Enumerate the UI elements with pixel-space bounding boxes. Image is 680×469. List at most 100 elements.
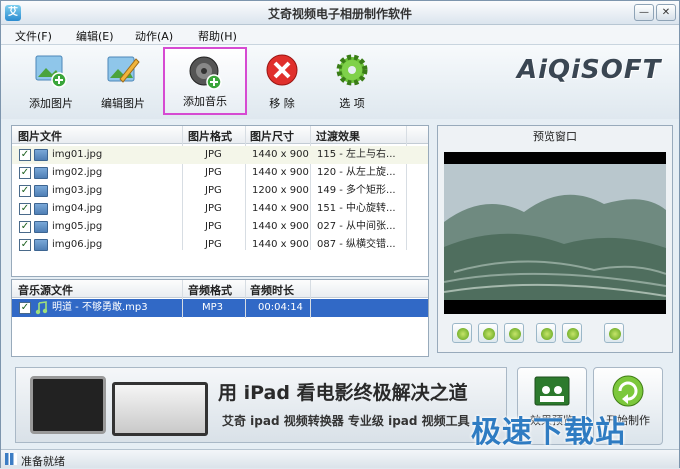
- cell-format: JPG: [205, 185, 222, 196]
- col-audio-format[interactable]: 音频格式: [188, 282, 232, 298]
- col-image-size[interactable]: 图片尺寸: [250, 128, 294, 144]
- gear-icon: [336, 54, 368, 86]
- cell-size: 1440 x 900: [252, 149, 309, 160]
- remove-button[interactable]: 移 除: [257, 47, 307, 115]
- watermark: 极速下载站: [471, 415, 626, 450]
- col-image-format[interactable]: 图片格式: [188, 128, 232, 144]
- start-icon: [612, 375, 644, 407]
- col-transition[interactable]: 过渡效果: [316, 128, 360, 144]
- row-checkbox[interactable]: ✓: [19, 221, 31, 233]
- refresh-icon: [509, 328, 521, 340]
- options-label: 选 项: [339, 97, 365, 110]
- image-file-icon: [34, 149, 48, 161]
- flip-vertical-button[interactable]: [562, 323, 582, 343]
- col-music-file[interactable]: 音乐源文件: [18, 282, 73, 298]
- col-divider: [182, 280, 183, 318]
- row-checkbox[interactable]: ✓: [19, 239, 31, 251]
- music-note-icon: [35, 301, 48, 315]
- menu-bar: 文件(F) 编辑(E) 动作(A) 帮助(H): [1, 25, 679, 45]
- brand-logo: AiQiSOFT: [517, 55, 662, 85]
- menu-help[interactable]: 帮助(H): [198, 28, 237, 44]
- row-checkbox[interactable]: ✓: [19, 149, 31, 161]
- row-checkbox[interactable]: ✓: [19, 167, 31, 179]
- edit-image-button[interactable]: 编辑图片: [95, 47, 151, 115]
- table-row[interactable]: ✓ img01.jpg JPG 1440 x 900 115 - 左上与右...: [12, 146, 428, 164]
- edit-image-icon: [107, 56, 140, 83]
- row-checkbox[interactable]: ✓: [19, 185, 31, 197]
- col-divider: [310, 280, 311, 318]
- add-music-label: 添加音乐: [183, 95, 227, 108]
- add-music-button[interactable]: 添加音乐: [163, 47, 247, 115]
- status-icon: [5, 453, 17, 465]
- rotate-right-icon: [457, 328, 469, 340]
- music-list[interactable]: 音乐源文件 音频格式 音频时长 ✓ 明道 - 不够勇敢.mp3 MP3 00:0…: [11, 279, 429, 357]
- slideshow-icon: [534, 376, 570, 406]
- image-file-icon: [34, 203, 48, 215]
- ipad-image: [112, 382, 208, 436]
- window-title: 艾奇视频电子相册制作软件: [267, 7, 412, 21]
- cell-effect: 027 - 从中间张...: [317, 221, 396, 232]
- table-row[interactable]: ✓ img06.jpg JPG 1440 x 900 087 - 纵横交错...: [12, 236, 428, 254]
- menu-edit[interactable]: 编辑(E): [76, 28, 114, 44]
- table-row[interactable]: ✓ 明道 - 不够勇敢.mp3 MP3 00:04:14: [12, 299, 428, 317]
- preview-title: 预览窗口: [533, 130, 577, 143]
- remove-label: 移 除: [269, 97, 295, 110]
- app-window: 艾 艾奇视频电子相册制作软件 — ✕ 文件(F) 编辑(E) 动作(A) 帮助(…: [0, 0, 680, 468]
- cell-file: img06.jpg: [52, 239, 103, 250]
- cell-file: img02.jpg: [52, 167, 103, 178]
- banner-headline: 用 iPad 看电影终极解决之道: [218, 382, 468, 404]
- image-list[interactable]: 图片文件 图片格式 图片尺寸 过渡效果 ✓ img01.jpg JPG 1440…: [11, 125, 429, 277]
- ipad-image: [30, 376, 106, 434]
- rotate-left-button[interactable]: [478, 323, 498, 343]
- add-image-label: 添加图片: [29, 97, 73, 110]
- edit-image-label: 编辑图片: [101, 97, 145, 110]
- preview-panel: 预览窗口: [437, 125, 673, 353]
- music-list-header: 音乐源文件 音频格式 音频时长: [12, 280, 428, 298]
- options-button[interactable]: 选 项: [327, 47, 377, 115]
- menu-file[interactable]: 文件(F): [15, 28, 52, 44]
- col-image-file[interactable]: 图片文件: [18, 128, 62, 144]
- cell-effect: 149 - 多个矩形...: [317, 185, 396, 196]
- refresh-button[interactable]: [504, 323, 524, 343]
- image-file-icon: [34, 239, 48, 251]
- cell-file: img01.jpg: [52, 149, 103, 160]
- add-music-icon: [189, 56, 222, 90]
- table-row[interactable]: ✓ img05.jpg JPG 1440 x 900 027 - 从中间张...: [12, 218, 428, 236]
- minimize-button[interactable]: —: [634, 4, 654, 21]
- cell-effect: 120 - 从左上旋...: [317, 167, 396, 178]
- cell-format: MP3: [202, 302, 224, 313]
- rotate-right-button[interactable]: [452, 323, 472, 343]
- cell-effect: 115 - 左上与右...: [317, 149, 396, 160]
- cell-format: JPG: [205, 167, 222, 178]
- remove-icon: [266, 54, 298, 86]
- cell-file: img03.jpg: [52, 185, 103, 196]
- cell-effect: 151 - 中心旋转...: [317, 203, 396, 214]
- table-row[interactable]: ✓ img03.jpg JPG 1200 x 900 149 - 多个矩形...: [12, 182, 428, 200]
- col-audio-duration[interactable]: 音频时长: [250, 282, 294, 298]
- cell-file: img05.jpg: [52, 221, 103, 232]
- text-button[interactable]: [604, 323, 624, 343]
- cell-format: JPG: [205, 239, 222, 250]
- flip-vertical-icon: [567, 328, 579, 340]
- cell-size: 1200 x 900: [252, 185, 309, 196]
- table-row[interactable]: ✓ img04.jpg JPG 1440 x 900 151 - 中心旋转...: [12, 200, 428, 218]
- rotate-left-icon: [483, 328, 495, 340]
- table-row[interactable]: ✓ img02.jpg JPG 1440 x 900 120 - 从左上旋...: [12, 164, 428, 182]
- ad-banner[interactable]: 用 iPad 看电影终极解决之道 艾奇 ipad 视频转换器 专业级 ipad …: [15, 367, 507, 443]
- cell-effect: 087 - 纵横交错...: [317, 239, 396, 250]
- flip-horizontal-button[interactable]: [536, 323, 556, 343]
- cell-file: 明道 - 不够勇敢.mp3: [52, 302, 148, 313]
- close-button[interactable]: ✕: [656, 4, 676, 21]
- title-bar: 艾 艾奇视频电子相册制作软件 — ✕: [1, 1, 679, 25]
- menu-action[interactable]: 动作(A): [135, 28, 173, 44]
- row-checkbox[interactable]: ✓: [19, 203, 31, 215]
- cell-format: JPG: [205, 149, 222, 160]
- preview-image: [443, 152, 667, 314]
- preview-landscape: [443, 152, 667, 314]
- add-image-icon: [35, 55, 67, 88]
- flip-horizontal-icon: [541, 328, 553, 340]
- row-checkbox[interactable]: ✓: [19, 302, 31, 314]
- add-image-button[interactable]: 添加图片: [23, 47, 79, 115]
- image-file-icon: [34, 167, 48, 179]
- image-file-icon: [34, 221, 48, 233]
